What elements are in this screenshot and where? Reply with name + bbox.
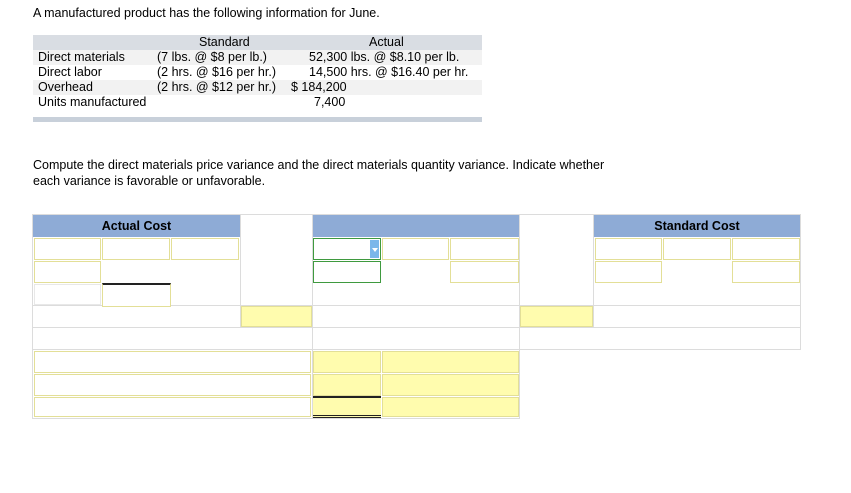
standard-cost-price-input[interactable]	[732, 238, 800, 260]
actual-cost-label-input-1[interactable]	[34, 238, 101, 260]
summary-amount-input-1[interactable]	[313, 351, 381, 373]
price-variance-amount-input[interactable]	[241, 306, 312, 327]
middle-label-dropdown[interactable]	[313, 238, 381, 260]
grid-line	[32, 418, 520, 419]
summary-status-input-2[interactable]	[382, 374, 519, 396]
standard-cost-quantity-input[interactable]	[663, 238, 731, 260]
variance-worksheet: Actual Cost Standard Cost	[0, 0, 851, 493]
grid-line	[32, 349, 801, 350]
summary-label-input-3[interactable]	[34, 397, 311, 417]
actual-cost-label-input-2[interactable]	[34, 261, 101, 283]
actual-cost-price-input[interactable]	[171, 238, 239, 260]
grid-line	[32, 327, 801, 328]
actual-cost-header: Actual Cost	[33, 215, 240, 237]
actual-cost-total-input[interactable]	[102, 283, 171, 307]
summary-label-input-2[interactable]	[34, 374, 311, 396]
middle-header	[313, 215, 519, 237]
standard-cost-total-input[interactable]	[732, 261, 800, 283]
chevron-down-icon[interactable]	[370, 240, 379, 258]
standard-cost-label-input-1[interactable]	[595, 238, 662, 260]
quantity-variance-amount-input[interactable]	[520, 306, 593, 327]
middle-label-input-2[interactable]	[313, 261, 381, 283]
grid-line	[32, 214, 33, 419]
middle-total-input[interactable]	[450, 261, 519, 283]
summary-status-input-3[interactable]	[382, 397, 519, 417]
standard-cost-label-input-2[interactable]	[595, 261, 662, 283]
middle-quantity-input[interactable]	[382, 238, 449, 260]
actual-cost-label-input-3[interactable]	[34, 284, 101, 305]
summary-amount-input-3[interactable]	[313, 396, 381, 418]
middle-price-input[interactable]	[450, 238, 519, 260]
grid-line	[800, 214, 801, 349]
summary-status-input-1[interactable]	[382, 351, 519, 373]
standard-cost-header: Standard Cost	[594, 215, 800, 237]
summary-label-input-1[interactable]	[34, 351, 311, 373]
summary-amount-input-2[interactable]	[313, 374, 381, 396]
actual-cost-quantity-input[interactable]	[102, 238, 170, 260]
